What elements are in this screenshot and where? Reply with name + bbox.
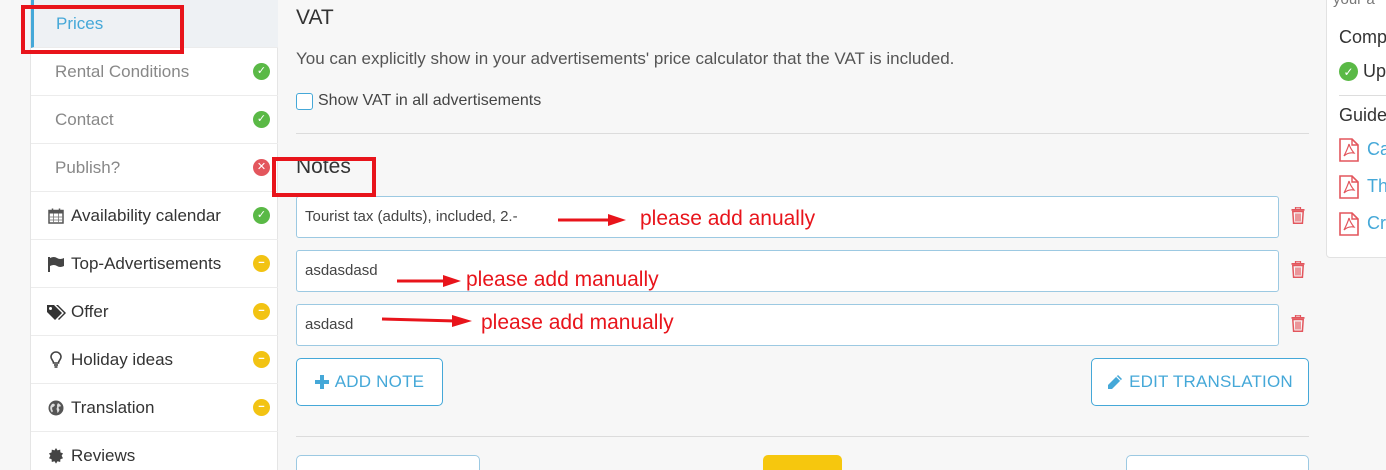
sidebar-item-label: Reviews xyxy=(71,445,136,465)
sidebar-item-availability-calendar[interactable]: Availability calendar ✓ xyxy=(31,192,278,240)
sidebar-item-translation[interactable]: Translation − xyxy=(31,384,278,432)
edit-translation-label: EDIT TRANSLATION xyxy=(1129,372,1293,391)
show-vat-checkbox[interactable] xyxy=(296,92,313,110)
sidebar-item-holiday-ideas[interactable]: Holiday ideas − xyxy=(31,336,278,384)
guide-link-3[interactable]: Cr xyxy=(1367,213,1386,234)
minus-circle-icon: − xyxy=(253,255,270,272)
error-circle-icon: ✕ xyxy=(253,159,270,176)
add-note-label: ADD NOTE xyxy=(334,372,425,391)
sidebar-item-contact[interactable]: Contact ✓ xyxy=(31,96,278,144)
show-vat-checkbox-row[interactable]: Show VAT in all advertisements xyxy=(296,92,541,110)
minus-circle-icon: − xyxy=(253,399,270,416)
trash-icon[interactable] xyxy=(1291,314,1307,333)
bottom-back-button[interactable] xyxy=(296,455,480,470)
sidebar-item-offer[interactable]: Offer − xyxy=(31,288,278,336)
guide-link-1[interactable]: Ca xyxy=(1367,139,1386,160)
sidebar-item-rental-conditions[interactable]: Rental Conditions ✓ xyxy=(31,48,278,96)
divider xyxy=(296,133,1309,134)
sidebar-item-label: Translation xyxy=(71,397,155,417)
sidebar-item-label: Rental Conditions xyxy=(55,61,190,81)
show-vat-checkbox-label: Show VAT in all advertisements xyxy=(318,92,542,109)
sidebar-item-label: Availability calendar xyxy=(71,205,221,225)
pdf-icon xyxy=(1339,212,1359,241)
annotation-text: please add manually xyxy=(481,311,674,334)
sidebar-item-top-advertisements[interactable]: Top-Advertisements − xyxy=(31,240,278,288)
check-circle-icon: ✓ xyxy=(253,63,270,80)
bottom-next-button[interactable] xyxy=(1126,455,1309,470)
check-circle-icon: ✓ xyxy=(1339,62,1358,81)
main-content: VAT You can explicitly show in your adve… xyxy=(296,0,1310,470)
divider xyxy=(296,436,1309,437)
divider xyxy=(1339,95,1386,96)
pencil-icon xyxy=(1107,374,1123,390)
check-circle-icon: ✓ xyxy=(253,207,270,224)
check-circle-icon: ✓ xyxy=(253,111,270,128)
vat-title: VAT xyxy=(296,6,334,29)
sidebar-item-label: Offer xyxy=(71,301,109,321)
add-note-button[interactable]: ADD NOTE xyxy=(296,358,443,406)
annotation-arrow xyxy=(558,214,626,226)
annotation-arrow xyxy=(381,315,472,327)
trash-icon[interactable] xyxy=(1291,206,1307,225)
minus-circle-icon: − xyxy=(253,351,270,368)
annotation-highlight-notes xyxy=(272,157,376,197)
right-panel: your a Comp ✓ Up Guide Ca Th Cr xyxy=(1326,0,1386,258)
sidebar-item-label: Contact xyxy=(55,109,114,129)
sidebar-item-label: Holiday ideas xyxy=(71,349,174,369)
sidebar-item-publish[interactable]: Publish? ✕ xyxy=(31,144,278,192)
edit-translation-button[interactable]: EDIT TRANSLATION xyxy=(1091,358,1309,406)
vat-description: You can explicitly show in your advertis… xyxy=(296,49,955,68)
pdf-icon xyxy=(1339,138,1359,167)
tags-icon xyxy=(45,304,67,320)
annotation-highlight-prices xyxy=(21,5,184,54)
completeness-title: Comp xyxy=(1339,27,1386,47)
annotation-text: please add anually xyxy=(640,207,816,230)
minus-circle-icon: − xyxy=(253,303,270,320)
guide-link-2[interactable]: Th xyxy=(1367,176,1386,197)
completeness-status: Up xyxy=(1363,61,1386,81)
sidebar-item-label: Top-Advertisements xyxy=(71,253,222,273)
badge-icon xyxy=(45,447,67,464)
guides-title: Guide xyxy=(1339,105,1386,125)
flag-icon xyxy=(45,256,67,272)
plus-icon xyxy=(314,375,329,389)
sidebar: Prices Rental Conditions ✓ Contact ✓ Pub… xyxy=(30,0,278,470)
globe-icon xyxy=(45,400,67,416)
bottom-save-button[interactable] xyxy=(763,455,842,470)
sidebar-item-reviews[interactable]: Reviews xyxy=(31,432,278,470)
annotation-text: please add manually xyxy=(466,268,659,291)
trash-icon[interactable] xyxy=(1291,260,1307,279)
right-panel-fragment: your a xyxy=(1333,0,1375,8)
lightbulb-icon xyxy=(45,351,67,368)
calendar-icon xyxy=(45,208,67,224)
pdf-icon xyxy=(1339,175,1359,204)
sidebar-item-label: Publish? xyxy=(55,157,121,177)
annotation-arrow xyxy=(397,275,461,287)
